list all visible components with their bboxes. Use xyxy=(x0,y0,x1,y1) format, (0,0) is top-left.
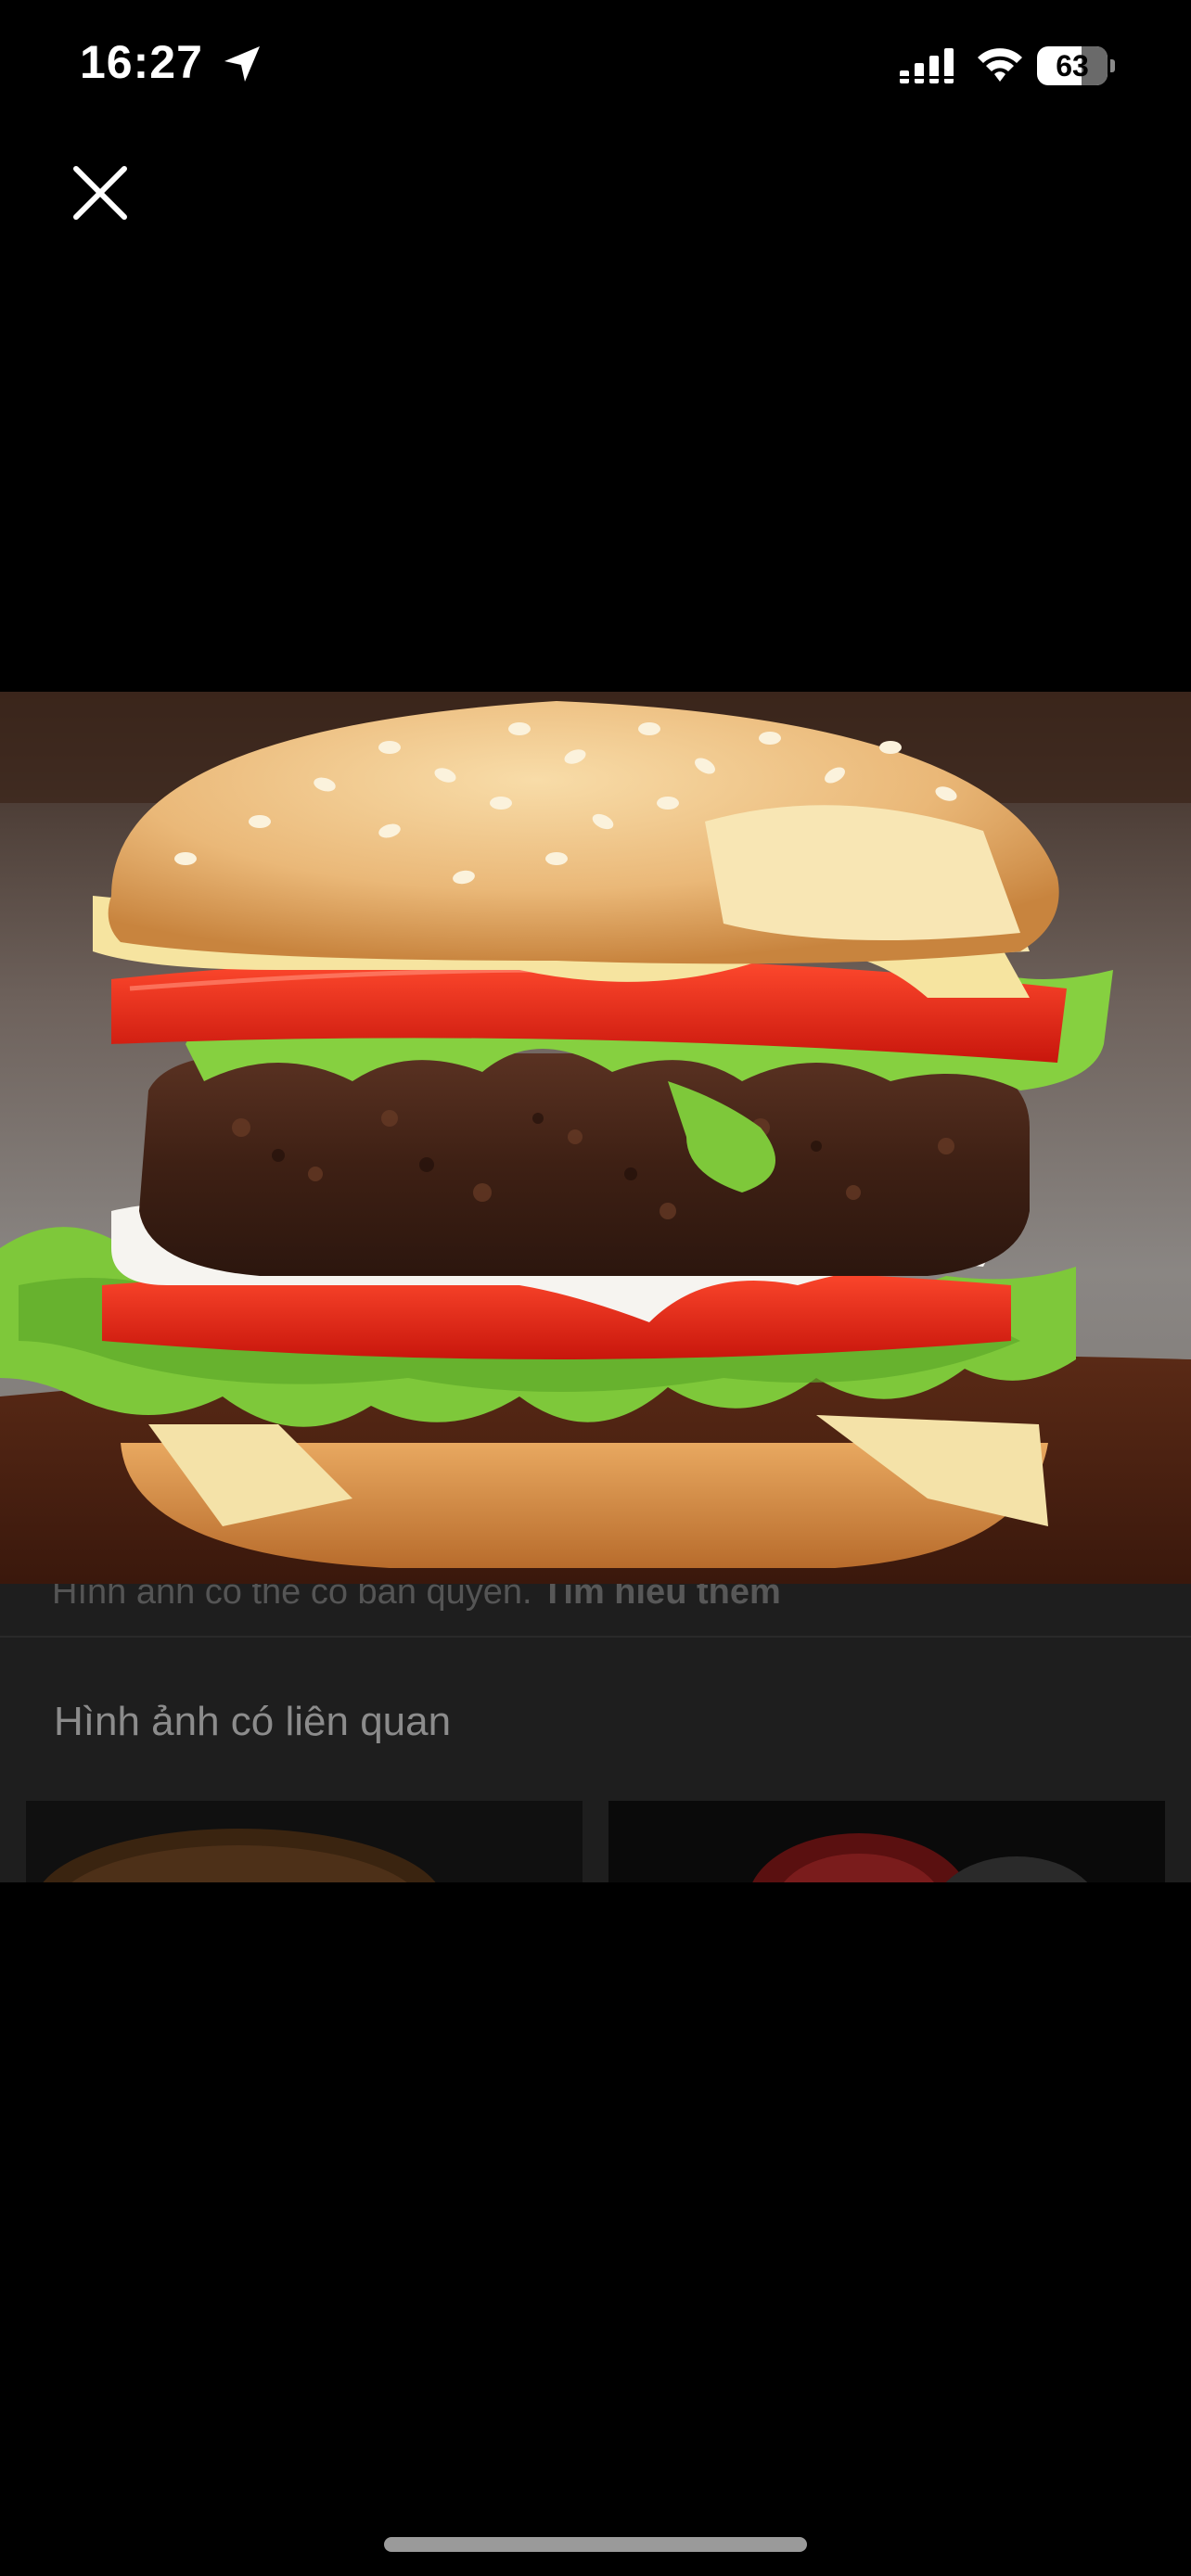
battery-level: 63 xyxy=(1056,49,1089,83)
cellular-signal-icon xyxy=(900,48,957,83)
burger-photo xyxy=(0,692,1191,1584)
related-image-thumb-1[interactable] xyxy=(26,1801,583,1882)
copyright-notice: Hình ảnh có thể có bản quyền. Tìm hiểu t… xyxy=(52,1584,781,1613)
battery-icon: 63 xyxy=(1037,46,1115,85)
background-sheet: Hình ảnh có thể có bản quyền. Tìm hiểu t… xyxy=(0,1584,1191,1882)
close-icon xyxy=(73,166,127,220)
divider xyxy=(0,1636,1191,1638)
status-bar: 16:27 63 xyxy=(0,0,1191,130)
home-indicator[interactable] xyxy=(384,2537,807,2552)
close-button[interactable] xyxy=(61,154,139,232)
wifi-icon xyxy=(974,45,1026,85)
status-time: 16:27 xyxy=(80,36,203,88)
related-images-title: Hình ảnh có liên quan xyxy=(54,1699,452,1744)
copyright-text: Hình ảnh có thể có bản quyền. xyxy=(52,1584,532,1612)
related-image-thumb-2[interactable] xyxy=(608,1801,1165,1882)
location-arrow-icon xyxy=(221,43,263,85)
learn-more-link[interactable]: Tìm hiểu thêm xyxy=(542,1584,781,1612)
